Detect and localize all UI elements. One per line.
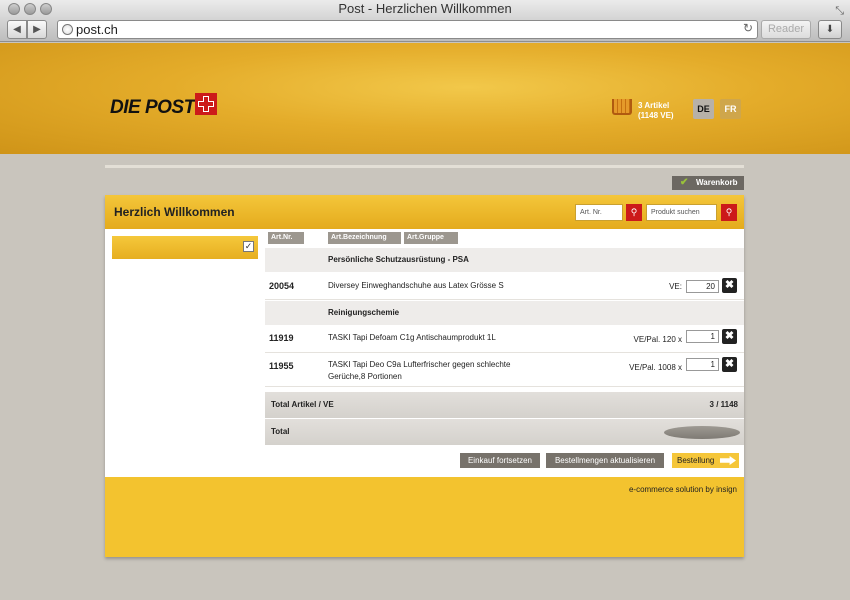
reload-icon[interactable]: ↻ (743, 21, 753, 35)
remove-item-icon[interactable]: ✖ (722, 329, 737, 344)
einkauf-fortsetzen-button[interactable]: Einkauf fortsetzen (460, 453, 540, 468)
ve-label: VE: (669, 282, 682, 291)
art-nr: 11919 (269, 333, 294, 343)
divider (105, 165, 744, 168)
bestellung-button[interactable]: Bestellung (672, 453, 739, 468)
cart-count: 3 Artikel (638, 101, 670, 110)
basket-icon[interactable] (612, 99, 632, 115)
logo[interactable]: DIE POST (110, 97, 195, 119)
close-window-icon[interactable] (8, 3, 20, 15)
art-description: Diversey Einweghandschuhe aus Latex Grös… (328, 281, 504, 290)
ve-label: VE/Pal. 120 x (633, 335, 682, 344)
art-description: TASKI Tapi Defoam C1g Antischaumprodukt … (328, 333, 496, 342)
product-search-button[interactable]: ⚲ (721, 204, 737, 221)
table-row: 11955 TASKI Tapi Deo C9a Lufterfrischer … (265, 353, 744, 387)
column-header-bezeichnung[interactable]: Art.Bezeichnung (328, 232, 401, 244)
total-artikel-row: Total Artikel / VE 3 / 1148 (265, 392, 744, 418)
zoom-window-icon[interactable] (40, 3, 52, 15)
footer-credit[interactable]: e-commerce solution by insign (629, 485, 737, 494)
art-nr: 11955 (269, 361, 294, 371)
bestellmengen-aktualisieren-button[interactable]: Bestellmengen aktualisieren (546, 453, 664, 468)
table-row: 11919 TASKI Tapi Defoam C1g Antischaumpr… (265, 325, 744, 353)
forward-button[interactable]: ▶ (27, 20, 47, 39)
group-header: Persönliche Schutzausrüstung - PSA (265, 248, 744, 272)
product-search-input[interactable]: Produkt suchen (646, 204, 717, 221)
window-title: Post - Herzlichen Willkommen (338, 1, 512, 16)
remove-item-icon[interactable]: ✖ (722, 357, 737, 372)
address-bar[interactable]: post.ch ↻ (57, 20, 758, 39)
swiss-cross-icon (195, 93, 217, 115)
arrow-right-icon (720, 456, 736, 465)
artnr-search-button[interactable]: ⚲ (626, 204, 642, 221)
page-title: Herzlich Willkommen (114, 205, 235, 219)
bestellung-label: Bestellung (677, 456, 715, 465)
download-icon[interactable]: ⬇ (818, 20, 842, 39)
quantity-input[interactable]: 1 (686, 330, 719, 343)
back-button[interactable]: ◀ (7, 20, 27, 39)
art-nr: 20054 (269, 281, 295, 291)
column-header-artnr[interactable]: Art.Nr. (268, 232, 304, 244)
search-icon: ⚲ (725, 207, 733, 217)
main-panel: Herzlich Willkommen Art. Nr. ⚲ Produkt s… (105, 195, 744, 557)
art-description: TASKI Tapi Deo C9a Lufterfrischer gegen … (328, 360, 511, 381)
globe-icon (62, 24, 73, 35)
cart-summary[interactable]: 3 Artikel (1148 VE) (638, 101, 674, 121)
cart-units: (1148 VE) (638, 111, 674, 120)
language-fr-button[interactable]: FR (720, 99, 741, 119)
quantity-input[interactable]: 1 (686, 358, 719, 371)
reader-button[interactable]: Reader (761, 20, 811, 39)
language-de-button[interactable]: DE (693, 99, 714, 119)
url-text[interactable]: post.ch (76, 22, 118, 38)
artnr-search-input[interactable]: Art. Nr. (575, 204, 623, 221)
browser-toolbar: ◀ ▶ post.ch ↻ Reader ⬇ (0, 18, 850, 42)
total-price-placeholder (664, 426, 740, 439)
group-header: Reinigungschemie (265, 301, 744, 325)
table-row: 20054 Diversey Einweghandschuhe aus Late… (265, 272, 744, 300)
checkbox-icon[interactable]: ✓ (243, 241, 254, 252)
column-header-gruppe[interactable]: Art.Gruppe (404, 232, 458, 244)
minimize-window-icon[interactable] (24, 3, 36, 15)
total-label: Total (271, 427, 290, 436)
ve-label: VE/Pal. 1008 x (629, 363, 682, 372)
search-icon: ⚲ (630, 207, 638, 217)
total-artikel-value: 3 / 1148 (709, 400, 738, 409)
total-row: Total (265, 419, 744, 445)
panel-footer: e-commerce solution by insign (105, 477, 744, 557)
panel-header: Herzlich Willkommen Art. Nr. ⚲ Produkt s… (105, 195, 744, 229)
window-titlebar: Post - Herzlichen Willkommen ⤡ (0, 0, 850, 18)
checkmark-icon: ✔ (680, 177, 689, 188)
quantity-input[interactable]: 20 (686, 280, 719, 293)
sidebar-category-item[interactable]: ✓ (112, 236, 258, 259)
remove-item-icon[interactable]: ✖ (722, 278, 737, 293)
total-artikel-label: Total Artikel / VE (271, 400, 334, 409)
warenkorb-label: Warenkorb (696, 178, 738, 187)
warenkorb-button[interactable]: ✔ Warenkorb (672, 176, 744, 190)
